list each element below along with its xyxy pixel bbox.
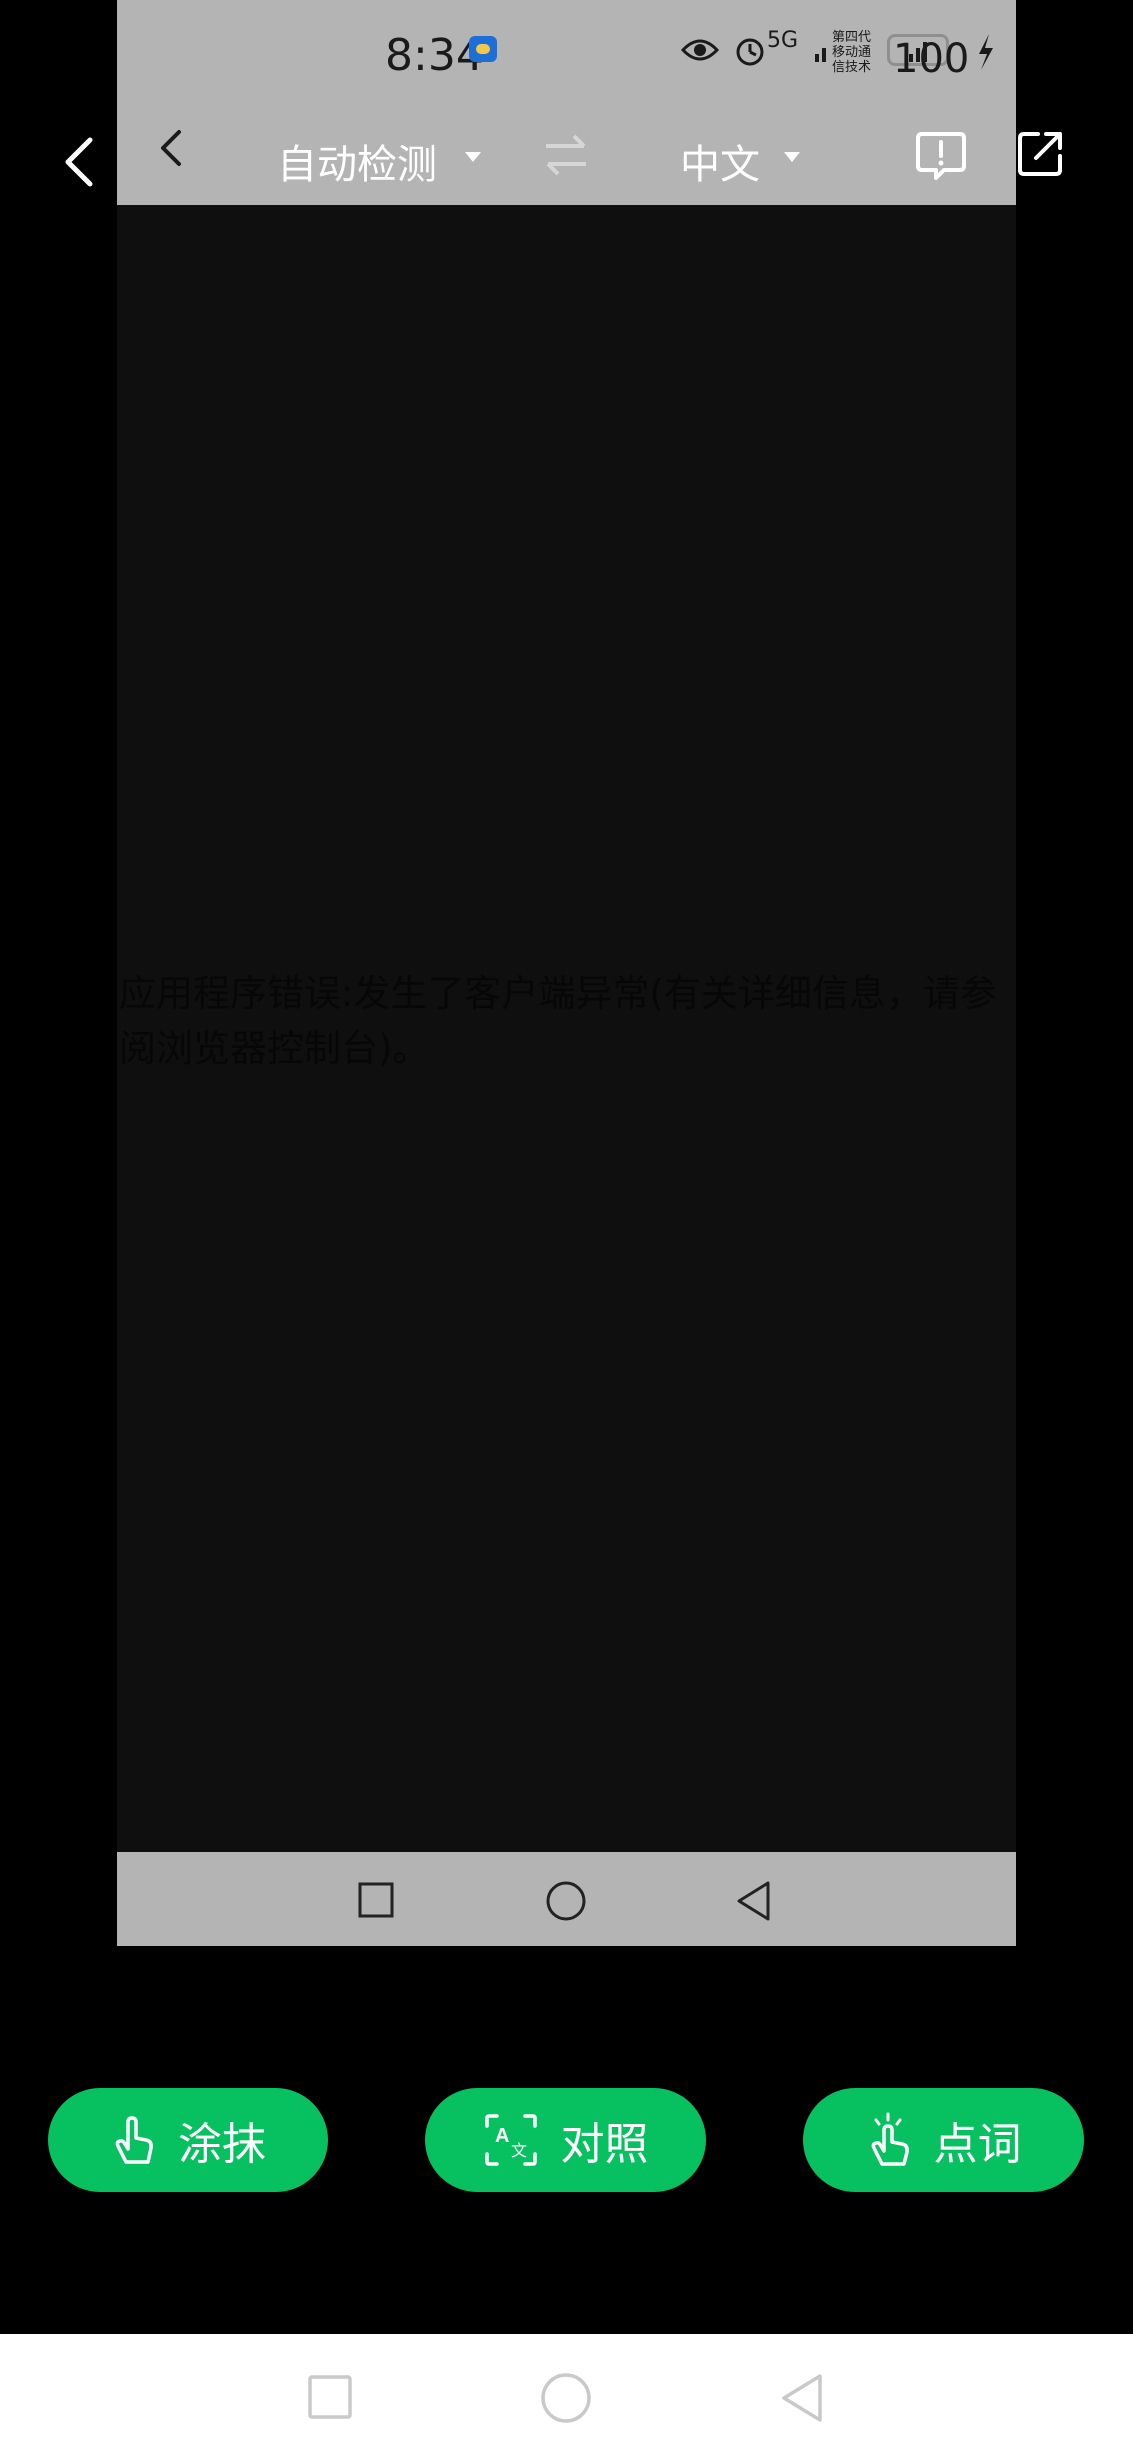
battery-level: 100	[893, 36, 970, 82]
compare-button[interactable]: A 文 对照	[425, 2088, 706, 2192]
back-arrow-icon	[65, 137, 93, 187]
square-icon	[358, 1882, 394, 1918]
feedback-icon[interactable]	[914, 128, 968, 182]
caret-down-icon	[465, 152, 481, 162]
target-language-select[interactable]: 中文	[680, 132, 760, 190]
back-arrow-icon	[161, 130, 181, 166]
back-button[interactable]	[56, 132, 108, 192]
triangle-back-icon	[737, 1881, 770, 1921]
screenshot-back-button[interactable]	[153, 124, 193, 174]
system-back-button[interactable]	[778, 2372, 826, 2424]
source-language-select[interactable]: 自动检测	[277, 132, 437, 190]
svg-text:文: 文	[511, 2141, 527, 2160]
smear-button[interactable]: 涂抹	[48, 2088, 328, 2192]
translate-compare-icon: A 文	[484, 2114, 537, 2166]
share-icon[interactable]	[1014, 128, 1066, 180]
alarm-icon	[736, 38, 764, 66]
tap-word-label: 点词	[933, 2119, 1022, 2170]
circle-icon	[546, 1881, 586, 1921]
hand-pointer-icon	[115, 2116, 153, 2164]
error-message: 应用程序错误:发生了客户端异常(有关详细信息，请参阅浏览器控制台)。	[119, 972, 997, 1070]
network-type: 5G	[767, 28, 799, 53]
translated-screenshot: 8:34 5G 第四代 移动通 信技术 100 自动检测 中文 应用程序错误:发…	[117, 0, 1062, 1946]
home-button[interactable]	[540, 2372, 592, 2424]
eye-icon	[680, 39, 720, 61]
svg-text:A: A	[495, 2125, 509, 2147]
system-nav-bar	[0, 2334, 1133, 2453]
recent-apps-button[interactable]	[307, 2374, 353, 2420]
screenshot-header: 8:34 5G 第四代 移动通 信技术 100 自动检测 中文	[117, 0, 1062, 205]
caret-down-icon	[784, 152, 800, 162]
compare-label: 对照	[560, 2119, 649, 2170]
smear-label: 涂抹	[178, 2119, 266, 2170]
tap-word-button[interactable]: 点词	[803, 2088, 1084, 2192]
tap-word-icon	[871, 2112, 909, 2166]
charging-icon	[979, 34, 993, 70]
screenshot-nav-bar	[117, 1852, 1016, 1946]
swap-icon[interactable]	[542, 132, 590, 178]
network-secondary: 第四代 移动通 信技术	[832, 30, 872, 75]
weather-icon	[469, 36, 497, 62]
